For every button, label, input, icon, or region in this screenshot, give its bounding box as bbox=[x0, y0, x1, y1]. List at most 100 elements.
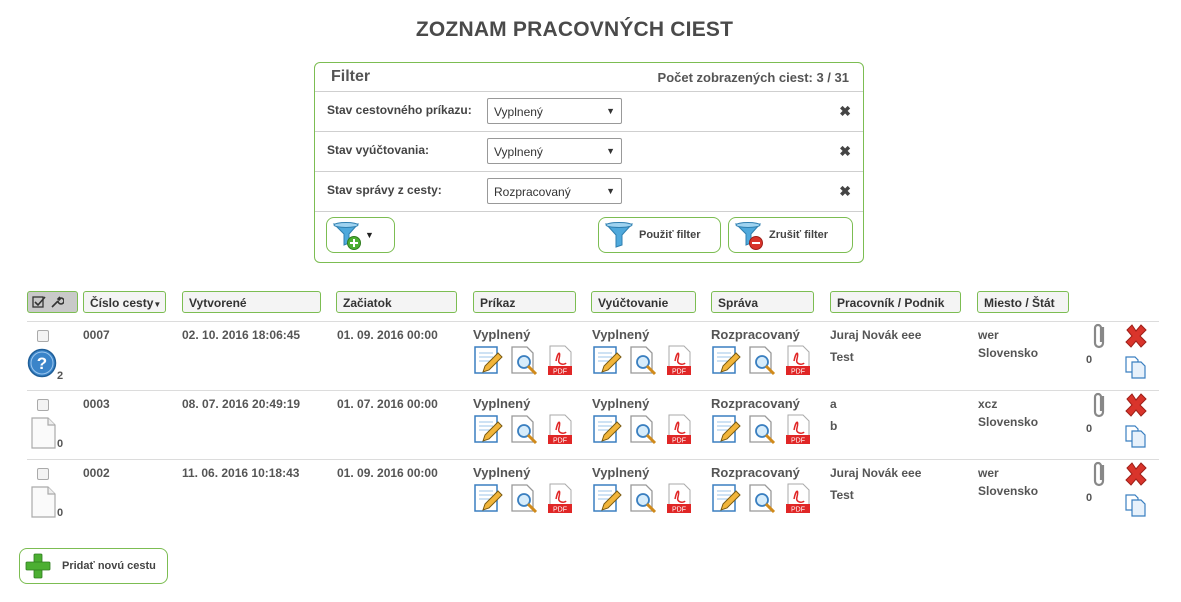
svg-text:PDF: PDF bbox=[791, 438, 805, 445]
filter-row-order-status: Stav cestovného príkazu: Vyplnený ▼ ✖ bbox=[315, 92, 863, 132]
trip-number[interactable]: 0003 bbox=[83, 397, 110, 411]
billing-status: Vyplnený bbox=[592, 327, 650, 342]
filter-footer: ▼ Použiť filter Zrušiť filter bbox=[315, 212, 863, 262]
pdf-icon[interactable]: PDF bbox=[664, 483, 695, 514]
paperclip-icon[interactable] bbox=[1090, 459, 1110, 491]
apply-filter-button[interactable]: Použiť filter bbox=[598, 217, 721, 253]
preview-document-icon[interactable] bbox=[628, 483, 659, 514]
filter-panel: Filter Počet zobrazených ciest: 3 / 31 S… bbox=[314, 62, 864, 263]
trip-number[interactable]: 0007 bbox=[83, 328, 110, 342]
close-x-icon[interactable]: ✖ bbox=[839, 183, 851, 200]
pdf-icon[interactable]: PDF bbox=[545, 345, 576, 376]
billing-actions: PDF bbox=[592, 345, 695, 376]
table-row: 0 0002 11. 06. 2016 10:18:43 01. 09. 201… bbox=[0, 459, 1181, 528]
blank-document-icon[interactable] bbox=[31, 486, 57, 518]
caret-down-icon: ▼ bbox=[606, 186, 615, 196]
worker-company: b bbox=[830, 419, 838, 433]
document-count: 0 bbox=[57, 438, 64, 450]
cancel-filter-button[interactable]: Zrušiť filter bbox=[728, 217, 853, 253]
close-x-icon[interactable]: ✖ bbox=[839, 103, 851, 120]
place-country: Slovensko bbox=[978, 484, 1039, 498]
paperclip-icon[interactable] bbox=[1090, 321, 1110, 353]
order-status-select[interactable]: Vyplnený ▼ bbox=[487, 98, 622, 124]
copy-icon[interactable] bbox=[1124, 424, 1148, 448]
report-status: Rozpracovaný bbox=[711, 327, 800, 342]
report-status-select[interactable]: Rozpracovaný ▼ bbox=[487, 178, 622, 204]
svg-text:PDF: PDF bbox=[791, 369, 805, 376]
add-filter-button[interactable]: ▼ bbox=[326, 217, 395, 253]
svg-text:PDF: PDF bbox=[672, 438, 686, 445]
document-count: 0 bbox=[57, 507, 64, 519]
bulk-tools-button[interactable] bbox=[27, 291, 78, 313]
row-checkbox[interactable] bbox=[37, 330, 49, 342]
copy-icon[interactable] bbox=[1124, 355, 1148, 379]
pdf-icon[interactable]: PDF bbox=[545, 414, 576, 445]
row-checkbox[interactable] bbox=[37, 399, 49, 411]
column-header-start[interactable]: Začiatok bbox=[336, 291, 457, 313]
preview-document-icon[interactable] bbox=[628, 414, 659, 445]
trip-number[interactable]: 0002 bbox=[83, 466, 110, 480]
close-x-icon[interactable]: ✖ bbox=[839, 143, 851, 160]
column-header-number[interactable]: Číslo cesty▼ bbox=[83, 291, 166, 313]
svg-text:PDF: PDF bbox=[791, 507, 805, 514]
edit-document-icon[interactable] bbox=[711, 345, 742, 376]
preview-document-icon[interactable] bbox=[628, 345, 659, 376]
column-header-billing[interactable]: Vyúčtovanie bbox=[591, 291, 696, 313]
pdf-icon[interactable]: PDF bbox=[783, 483, 814, 514]
column-header-report[interactable]: Správa bbox=[711, 291, 814, 313]
pdf-icon[interactable]: PDF bbox=[783, 414, 814, 445]
add-trip-label: Pridať novú cestu bbox=[62, 560, 156, 572]
column-header-worker[interactable]: Pracovník / Podnik bbox=[830, 291, 961, 313]
add-trip-button[interactable]: Pridať novú cestu bbox=[19, 548, 168, 584]
worker-company: Test bbox=[830, 488, 854, 502]
place-city: wer bbox=[978, 328, 999, 342]
edit-document-icon[interactable] bbox=[592, 483, 623, 514]
copy-icon[interactable] bbox=[1124, 493, 1148, 517]
edit-document-icon[interactable] bbox=[473, 414, 504, 445]
blank-document-icon[interactable] bbox=[31, 417, 57, 449]
preview-document-icon[interactable] bbox=[509, 345, 540, 376]
column-header-order[interactable]: Príkaz bbox=[473, 291, 576, 313]
attachment-count: 0 bbox=[1086, 423, 1093, 435]
pdf-icon[interactable]: PDF bbox=[545, 483, 576, 514]
column-header-place[interactable]: Miesto / Štát bbox=[977, 291, 1069, 313]
report-status: Rozpracovaný bbox=[711, 396, 800, 411]
edit-document-icon[interactable] bbox=[473, 345, 504, 376]
caret-down-icon: ▼ bbox=[606, 146, 615, 156]
filter-label: Stav cestovného príkazu: bbox=[327, 103, 472, 117]
edit-document-icon[interactable] bbox=[592, 414, 623, 445]
delete-icon[interactable] bbox=[1123, 323, 1149, 349]
edit-document-icon[interactable] bbox=[711, 483, 742, 514]
svg-text:?: ? bbox=[37, 354, 47, 373]
column-header-created[interactable]: Vytvorené bbox=[182, 291, 321, 313]
attachment-count: 0 bbox=[1086, 492, 1093, 504]
created-datetime: 02. 10. 2016 18:06:45 bbox=[182, 328, 301, 342]
report-actions: PDF bbox=[711, 483, 814, 514]
preview-document-icon[interactable] bbox=[747, 483, 778, 514]
apply-filter-label: Použiť filter bbox=[639, 229, 701, 241]
billing-status-select[interactable]: Vyplnený ▼ bbox=[487, 138, 622, 164]
paperclip-icon[interactable] bbox=[1090, 390, 1110, 422]
row-checkbox[interactable] bbox=[37, 468, 49, 480]
preview-document-icon[interactable] bbox=[747, 345, 778, 376]
preview-document-icon[interactable] bbox=[509, 414, 540, 445]
order-actions: PDF bbox=[473, 345, 576, 376]
edit-document-icon[interactable] bbox=[711, 414, 742, 445]
preview-document-icon[interactable] bbox=[509, 483, 540, 514]
pdf-icon[interactable]: PDF bbox=[783, 345, 814, 376]
worker-name: Juraj Novák eee bbox=[830, 466, 922, 480]
edit-document-icon[interactable] bbox=[592, 345, 623, 376]
delete-icon[interactable] bbox=[1123, 461, 1149, 487]
delete-icon[interactable] bbox=[1123, 392, 1149, 418]
help-icon[interactable]: ? bbox=[27, 348, 57, 378]
edit-document-icon[interactable] bbox=[473, 483, 504, 514]
start-datetime: 01. 09. 2016 00:00 bbox=[337, 466, 438, 480]
start-datetime: 01. 09. 2016 00:00 bbox=[337, 328, 438, 342]
funnel-add-icon bbox=[332, 222, 361, 250]
order-actions: PDF bbox=[473, 414, 576, 445]
select-value: Vyplnený bbox=[494, 145, 543, 159]
pdf-icon[interactable]: PDF bbox=[664, 345, 695, 376]
pdf-icon[interactable]: PDF bbox=[664, 414, 695, 445]
svg-text:PDF: PDF bbox=[553, 507, 567, 514]
preview-document-icon[interactable] bbox=[747, 414, 778, 445]
